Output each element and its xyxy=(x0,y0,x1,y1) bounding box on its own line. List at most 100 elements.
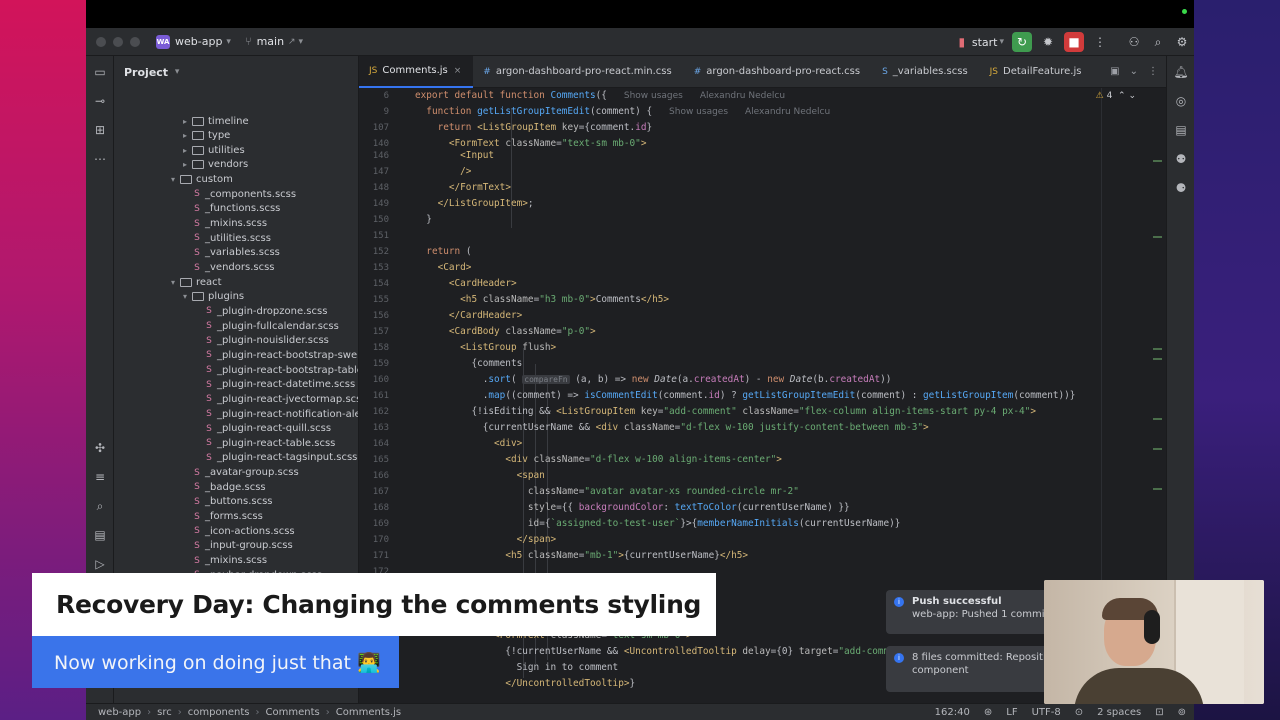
branch-switcher[interactable]: main xyxy=(257,35,284,48)
vcs-icon[interactable]: ⊙ xyxy=(1075,707,1083,718)
commit-notification[interactable]: i 8 files committed: Reposition componen… xyxy=(886,646,1056,692)
breadcrumb-item[interactable]: Comments xyxy=(266,707,320,718)
indent-setting[interactable]: 2 spaces xyxy=(1097,707,1141,718)
line-ending[interactable]: LF xyxy=(1006,707,1017,718)
project-panel-header[interactable]: Project ▾ xyxy=(114,56,358,88)
code-line: <span xyxy=(516,470,545,481)
editor-tab[interactable]: S _variables.scss xyxy=(872,56,980,88)
run-config-icon: ▮ xyxy=(958,35,966,49)
breadcrumb-item[interactable]: src xyxy=(157,707,172,718)
line-number: 158 xyxy=(372,343,389,353)
tree-file[interactable]: S _plugin-react-table.scss xyxy=(192,436,335,450)
tree-file[interactable]: S _plugin-react-datetime.scss xyxy=(192,378,355,392)
search-icon[interactable]: ⌕ xyxy=(92,498,108,514)
restart-icon[interactable]: ↻ xyxy=(1012,32,1032,52)
editor-tab[interactable]: # argon-dashboard-pro-react.css xyxy=(684,56,872,88)
tree-file[interactable]: S _plugin-dropzone.scss xyxy=(192,304,327,318)
js-file-icon: JS xyxy=(369,65,378,76)
tree-file[interactable]: S _mixins.scss xyxy=(180,217,267,231)
notification-body: web-app: Pushed 1 commit t xyxy=(912,609,1056,620)
breadcrumb-item[interactable]: components xyxy=(188,707,250,718)
push-notification[interactable]: i Push successful web-app: Pushed 1 comm… xyxy=(886,590,1056,634)
editor-tab[interactable]: JS Comments.js × xyxy=(359,55,474,88)
tree-folder[interactable]: ▸ vendors xyxy=(180,158,248,172)
tab-label: argon-dashboard-pro-react.min.css xyxy=(495,66,672,77)
tree-file[interactable]: S _badge.scss xyxy=(180,480,266,494)
more-icon[interactable]: ⋯ xyxy=(92,151,108,167)
code-line: <div className="d-flex w-100 align-items… xyxy=(505,454,782,465)
chat-icon[interactable]: ⚈ xyxy=(1173,180,1189,196)
tree-file[interactable]: S _forms.scss xyxy=(180,510,263,524)
ai-assistant-icon[interactable]: ◎ xyxy=(1173,93,1189,109)
copilot-icon[interactable]: ⚉ xyxy=(1173,151,1189,167)
editor-tab[interactable]: JS DetailFeature.js xyxy=(980,56,1094,88)
line-number: 107 xyxy=(372,123,389,133)
stop-icon[interactable]: ■ xyxy=(1064,32,1084,52)
project-switcher[interactable]: web-app xyxy=(175,35,222,48)
list-icon[interactable]: ≡ xyxy=(92,469,108,485)
notification-icon[interactable]: ⊚ xyxy=(1178,707,1186,718)
tree-file[interactable]: S _avatar-group.scss xyxy=(180,466,299,480)
breadcrumb-item[interactable]: Comments.js xyxy=(336,707,401,718)
minimize-window-button[interactable] xyxy=(113,36,123,47)
breadcrumb-item[interactable]: web-app xyxy=(98,707,141,718)
tree-file[interactable]: S _plugin-nouislider.scss xyxy=(192,334,329,348)
run-config-selector[interactable]: start xyxy=(972,36,998,49)
tree-file[interactable]: S _vendors.scss xyxy=(180,261,274,275)
tree-folder[interactable]: ▾ custom xyxy=(168,173,233,187)
tree-folder[interactable]: ▾ react xyxy=(168,275,222,289)
close-tab-icon[interactable]: × xyxy=(454,66,462,76)
tree-folder[interactable]: ▸ timeline xyxy=(180,114,249,128)
debug-icon[interactable]: ✹ xyxy=(1040,34,1056,50)
more-icon[interactable]: ⋮ xyxy=(1092,34,1108,50)
database-icon[interactable]: ▤ xyxy=(1173,122,1189,138)
close-window-button[interactable] xyxy=(96,36,106,47)
add-user-icon[interactable]: ⚇ xyxy=(1126,34,1142,50)
tree-file[interactable]: S _functions.scss xyxy=(180,202,280,216)
ai-status-icon[interactable]: ⊛ xyxy=(984,707,992,718)
folder-icon[interactable]: ▭ xyxy=(92,64,108,80)
tree-folder[interactable]: ▸ type xyxy=(180,129,230,143)
tree-file[interactable]: S _variables.scss xyxy=(180,246,280,260)
more-icon[interactable]: ⋮ xyxy=(1148,66,1158,77)
warnings-indicator[interactable]: ⚠ 4 ⌃ ⌄ xyxy=(1096,91,1136,101)
settings-icon[interactable]: ⚙ xyxy=(1174,34,1190,50)
chevron-right-icon: › xyxy=(325,706,330,718)
tree-file[interactable]: S _input-group.scss xyxy=(180,539,293,553)
scss-file-icon: S xyxy=(206,394,212,405)
line-number: 6 xyxy=(383,91,389,101)
database-icon[interactable]: ▤ xyxy=(92,527,108,543)
run-icon[interactable]: ▷ xyxy=(92,556,108,572)
tree-file[interactable]: S _buttons.scss xyxy=(180,495,272,509)
tree-folder[interactable]: ▸ utilities xyxy=(180,143,245,157)
tree-file[interactable]: S _plugin-react-jvectormap.scss xyxy=(192,392,358,406)
menu-bar xyxy=(86,0,1194,28)
tree-file[interactable]: S _plugin-react-bootstrap-table xyxy=(192,363,358,377)
tree-file[interactable]: S _plugin-fullcalendar.scss xyxy=(192,319,339,333)
tree-file[interactable]: S _plugin-react-tagsinput.scss xyxy=(192,451,357,465)
tree-file[interactable]: S _icon-actions.scss xyxy=(180,524,295,538)
tree-file[interactable]: S _utilities.scss xyxy=(180,231,271,245)
tree-file[interactable]: S _plugin-react-bootstrap-swe xyxy=(192,348,357,362)
file-encoding[interactable]: UTF-8 xyxy=(1032,707,1061,718)
tree-file[interactable]: S _plugin-react-quill.scss xyxy=(192,422,331,436)
tree-file[interactable]: S _components.scss xyxy=(180,187,296,201)
zoom-window-button[interactable] xyxy=(130,36,140,47)
search-icon[interactable]: ⌕ xyxy=(1150,34,1166,50)
tree-file[interactable]: S _plugin-react-notification-ale xyxy=(192,407,358,421)
caret-position[interactable]: 162:40 xyxy=(935,707,970,718)
chevron-down-icon[interactable]: ⌄ xyxy=(1130,66,1138,77)
plugin-icon[interactable]: ✣ xyxy=(92,440,108,456)
line-number: 156 xyxy=(372,311,389,321)
notifications-icon[interactable]: 🔔︎ xyxy=(1173,64,1189,80)
tree-folder[interactable]: ▾ plugins xyxy=(180,290,244,304)
chevron-down-icon: ↗ ▾ xyxy=(288,36,303,47)
lock-icon[interactable]: ⊡ xyxy=(1155,707,1163,718)
tree-file[interactable]: S _mixins.scss xyxy=(180,554,267,568)
scroll-marker xyxy=(1153,488,1162,490)
commit-icon[interactable]: ⊸ xyxy=(92,93,108,109)
reader-mode-icon[interactable]: ▣ xyxy=(1110,66,1119,77)
structure-icon[interactable]: ⊞ xyxy=(92,122,108,138)
project-badge: WA xyxy=(156,34,170,49)
editor-tab[interactable]: # argon-dashboard-pro-react.min.css xyxy=(473,56,683,88)
